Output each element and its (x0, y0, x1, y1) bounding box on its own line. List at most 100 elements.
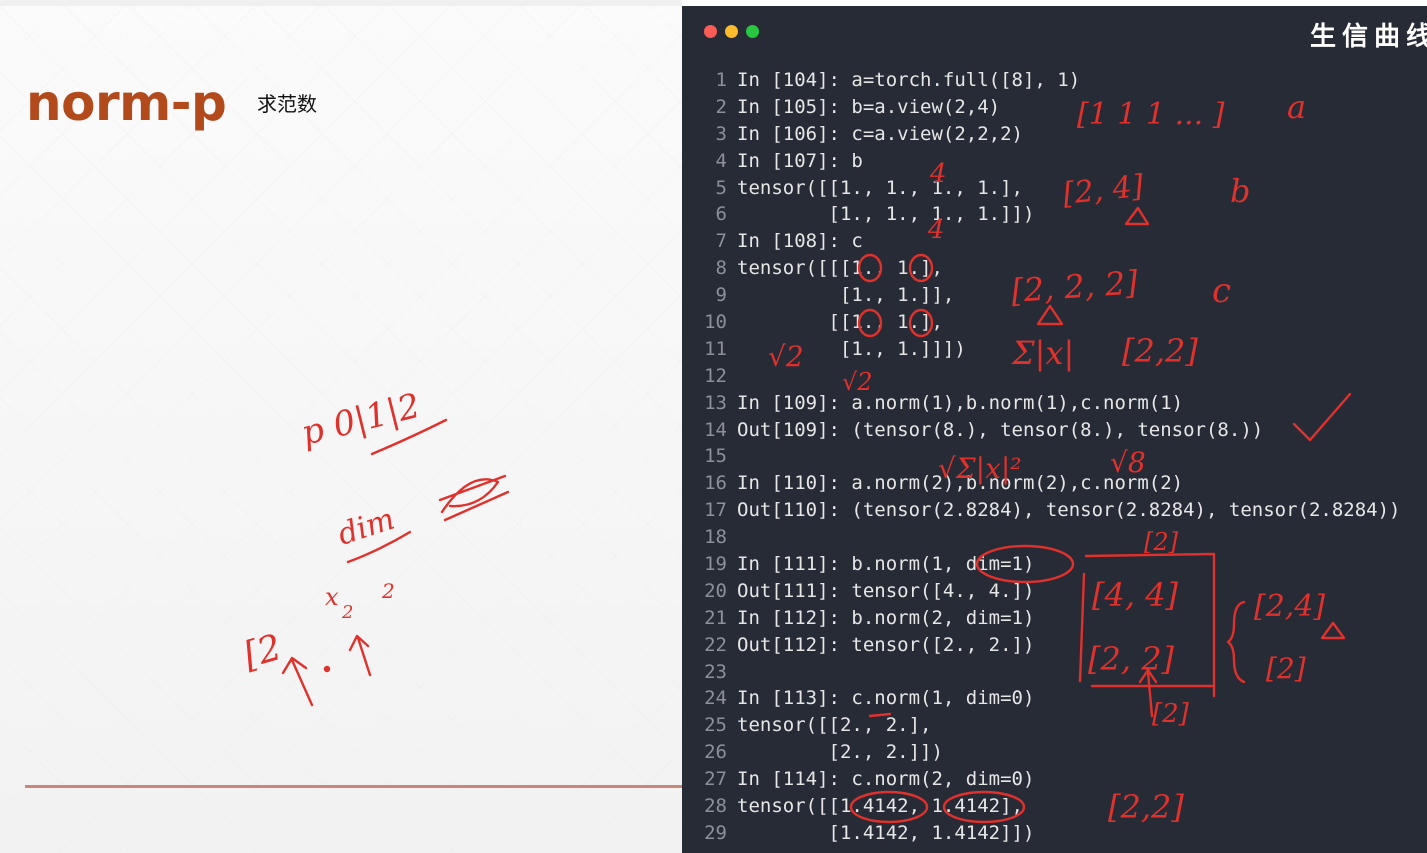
code-text: [1., 1.]]]) (737, 337, 966, 360)
code-line: 14 Out[109]: (tensor(8.), tensor(8.), ten… (682, 417, 1427, 444)
code-line: 4 In [107]: b (682, 148, 1427, 175)
up-arrow-left (281, 656, 314, 707)
code-text: In [107]: b (737, 149, 863, 172)
line-number: 2 (715, 95, 727, 118)
code-text: In [112]: b.norm(2, dim=1) (737, 606, 1035, 629)
code-text: In [108]: c (737, 230, 863, 253)
line-number: 7 (715, 230, 727, 253)
code-text: In [113]: c.norm(1, dim=0) (737, 687, 1035, 710)
line-number: 8 (715, 257, 727, 280)
code-text: Out[111]: tensor([4., 4.]) (737, 579, 1035, 602)
line-number: 9 (715, 284, 727, 307)
line-number: 16 (704, 472, 727, 495)
line-number: 20 (704, 579, 727, 602)
line-number: 12 (704, 364, 727, 387)
line-number: 23 (704, 660, 727, 683)
maximize-dot-icon[interactable] (746, 25, 759, 38)
line-number: 28 (704, 795, 727, 818)
code-text: In [105]: b=a.view(2,4) (737, 95, 1001, 118)
code-area: 1 In [104]: a=torch.full([8], 1) 2 In [105]… (682, 67, 1427, 847)
code-text: In [104]: a=torch.full([8], 1) (737, 69, 1081, 91)
code-line: 3 In [106]: c=a.view(2,2,2) (682, 121, 1427, 148)
line-number: 19 (704, 553, 727, 576)
code-line: 8 tensor([[[1., 1.], (682, 255, 1427, 282)
code-line: 15 (682, 443, 1427, 470)
shape-text: [2 (239, 627, 286, 677)
line-number: 6 (715, 203, 727, 226)
code-line: 20 Out[111]: tensor([4., 4.]) (682, 578, 1427, 605)
terminal-window: 生信曲线 1 In [104]: a=torch.full([8], 1) 2 In … (682, 6, 1427, 853)
code-text: In [111]: b.norm(1, dim=1) (737, 553, 1035, 576)
code-line: 13 In [109]: a.norm(1),b.norm(1),c.norm(1… (682, 390, 1427, 417)
code-line: 27 In [114]: c.norm(2, dim=0) (682, 766, 1427, 793)
code-line: 28 tensor([[1.4142, 1.4142], (682, 793, 1427, 820)
code-text: [[1., 1.], (737, 311, 943, 334)
line-number: 3 (715, 122, 727, 145)
line-number: 11 (704, 337, 727, 360)
line-number: 24 (704, 687, 727, 710)
code-text: Out[109]: (tensor(8.), tensor(8.), tenso… (737, 418, 1264, 441)
code-text: tensor([[2., 2.], (737, 714, 932, 737)
code-text: In [106]: c=a.view(2,2,2) (737, 122, 1023, 145)
code-line: 19 In [111]: b.norm(1, dim=1) (682, 551, 1427, 578)
up-arrow-right (348, 634, 372, 677)
close-dot-icon[interactable] (704, 25, 717, 38)
code-line: 1 In [104]: a=torch.full([8], 1) (682, 67, 1427, 94)
code-line: 10 [[1., 1.], (682, 309, 1427, 336)
line-number: 18 (704, 526, 727, 549)
line-number: 26 (704, 741, 727, 764)
code-text: [1., 1.]], (737, 284, 955, 307)
code-line: 24 In [113]: c.norm(1, dim=0) (682, 685, 1427, 712)
line-number: 4 (715, 149, 727, 172)
watermark: 生信曲线 (1310, 22, 1427, 52)
code-line: 7 In [108]: c (682, 228, 1427, 255)
p-values-text: p 0|1|2 (298, 386, 424, 454)
line-number: 17 (704, 499, 727, 522)
code-line: 18 (682, 524, 1427, 551)
code-line: 17 Out[110]: (tensor(2.8284), tensor(2.82… (682, 497, 1427, 524)
slide-panel: norm-p 求范数 p 0|1|2 dim [2 x 2 2 (0, 0, 682, 853)
code-text: tensor([[1., 1., 1., 1.], (737, 176, 1023, 199)
code-text: Out[110]: (tensor(2.8284), tensor(2.8284… (737, 499, 1401, 522)
code-line: 6 [1., 1., 1., 1.]]) (682, 201, 1427, 228)
window-controls (704, 25, 759, 38)
code-line: 9 [1., 1.]], (682, 282, 1427, 309)
code-line: 16 In [110]: a.norm(2),b.norm(2),c.norm(2… (682, 470, 1427, 497)
line-number: 25 (704, 714, 727, 737)
code-line: 12 (682, 363, 1427, 390)
sub2-text: 2 (341, 602, 353, 623)
code-line: 22 Out[112]: tensor([2., 2.]) (682, 632, 1427, 659)
sup2-text: 2 (381, 579, 395, 603)
line-number: 29 (704, 821, 727, 844)
line-number: 21 (704, 606, 727, 629)
code-text: tensor([[1.4142, 1.4142], (737, 795, 1023, 818)
code-line: 23 (682, 659, 1427, 686)
line-number: 14 (704, 418, 727, 441)
x2-text: x (325, 583, 339, 611)
code-text: [2., 2.]]) (737, 741, 943, 764)
code-line: 21 In [112]: b.norm(2, dim=1) (682, 605, 1427, 632)
code-text: In [114]: c.norm(2, dim=0) (737, 768, 1035, 791)
code-text: Out[112]: tensor([2., 2.]) (737, 633, 1035, 656)
code-text: In [110]: a.norm(2),b.norm(2),c.norm(2) (737, 472, 1184, 495)
code-text: [1., 1., 1., 1.]]) (737, 203, 1035, 226)
line-number: 13 (704, 391, 727, 414)
code-line: 25 tensor([[2., 2.], (682, 712, 1427, 739)
code-line: 5 tensor([[1., 1., 1., 1.], (682, 175, 1427, 202)
slide-handwriting: p 0|1|2 dim [2 x 2 2 (239, 386, 510, 707)
code-text: In [109]: a.norm(1),b.norm(1),c.norm(1) (737, 391, 1184, 414)
scribble-crossout (438, 474, 510, 522)
code-text: tensor([[[1., 1.], (737, 257, 943, 280)
code-line: 26 [2., 2.]]) (682, 739, 1427, 766)
code-line: 29 [1.4142, 1.4142]]) (682, 820, 1427, 847)
line-number: 27 (704, 768, 727, 791)
code-line: 2 In [105]: b=a.view(2,4) (682, 94, 1427, 121)
line-number: 15 (704, 445, 727, 468)
line-number: 1 (715, 69, 727, 91)
line-number: 10 (704, 311, 727, 334)
minimize-dot-icon[interactable] (725, 25, 738, 38)
line-number: 22 (704, 633, 727, 656)
code-line: 11 [1., 1.]]]) (682, 336, 1427, 363)
code-text: [1.4142, 1.4142]]) (737, 821, 1035, 844)
line-number: 5 (715, 176, 727, 199)
